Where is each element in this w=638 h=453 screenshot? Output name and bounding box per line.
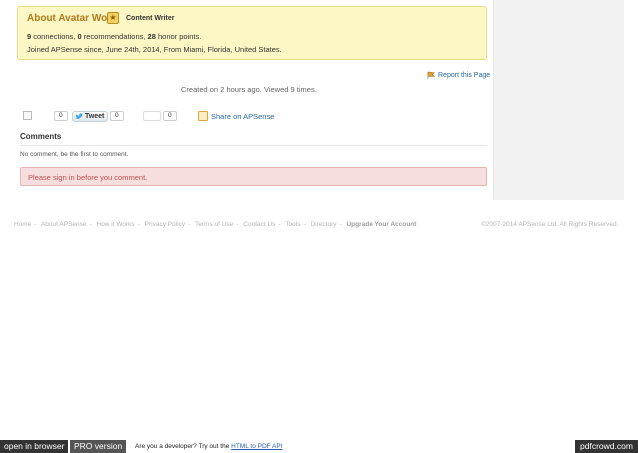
footer-links: Home - About APSense - How it Works - Priva… <box>14 221 416 228</box>
footer-separator: - <box>339 221 342 228</box>
about-prefix: About <box>27 13 56 24</box>
footer-copyright: ©2007-2014 APSense Ltd. All Rights Reser… <box>481 221 619 228</box>
footer-separator: - <box>303 221 306 228</box>
footer-separator: - <box>89 221 92 228</box>
footer-separator: - <box>188 221 191 228</box>
tweet-label: Tweet <box>85 113 105 120</box>
tweet-button[interactable]: Tweet <box>72 111 108 122</box>
footer-separator: - <box>278 221 281 228</box>
footer-separator: - <box>34 221 37 228</box>
report-flag-icon <box>427 71 436 80</box>
plus-one-count: 0 <box>163 111 177 121</box>
comments-heading: Comments <box>20 132 62 141</box>
developer-promo-text: Are you a developer? Try out the <box>135 443 230 450</box>
author-stats: 9 connections, 0 recommendations, 28 hon… <box>27 32 201 41</box>
recommendations-label: recommendations, <box>83 32 146 41</box>
rank-badge-icon: ★ <box>107 12 119 24</box>
right-sidebar <box>494 0 624 200</box>
share-on-apsense-link[interactable]: Share on APSense <box>211 112 274 121</box>
footer-link-how-it-works[interactable]: How it Works <box>97 221 135 228</box>
report-page-link[interactable]: Report this Page <box>438 72 490 79</box>
footer-link-upgrade[interactable]: Upgrade Your Account <box>346 221 416 228</box>
about-title: About Avatar Won <box>27 13 113 24</box>
footer-link-tools[interactable]: Tools <box>285 221 300 228</box>
developer-promo: Are you a developer? Try out the HTML to… <box>135 440 283 453</box>
recommendations-count: 0 <box>77 32 82 41</box>
apsense-share-icon[interactable] <box>198 111 208 121</box>
connections-count: 9 <box>27 32 32 41</box>
author-joined: Joined APSense since, June 24th, 2014, F… <box>27 45 282 54</box>
plus-one-button[interactable] <box>143 111 161 121</box>
connections-label: connections, <box>33 32 76 41</box>
footer-link-about[interactable]: About APSense <box>41 221 87 228</box>
pro-version-button[interactable]: PRO version <box>70 440 127 453</box>
signin-alert-text[interactable]: Please sign in before you comment. <box>28 173 147 182</box>
author-name-link[interactable]: Avatar Won <box>58 13 113 24</box>
open-in-browser-button[interactable]: open in browser <box>0 440 69 453</box>
signin-alert: Please sign in before you comment. <box>20 167 487 186</box>
footer-link-terms[interactable]: Terms of Use <box>195 221 233 228</box>
footer-link-home[interactable]: Home <box>14 221 31 228</box>
pdfcrowd-bar: open in browser PRO version Are you a de… <box>0 440 638 453</box>
comments-divider <box>20 145 487 146</box>
footer-separator: - <box>236 221 239 228</box>
like-count: 0 <box>54 111 68 121</box>
footer-separator: - <box>137 221 140 228</box>
author-role: Content Writer <box>126 15 175 22</box>
footer-link-contact[interactable]: Contact Us <box>243 221 275 228</box>
footer-link-directory[interactable]: Directory <box>310 221 336 228</box>
honor-count: 28 <box>147 32 156 41</box>
pdfcrowd-brand-link[interactable]: pdfcrowd.com <box>575 440 638 453</box>
no-comment-text: No comment, be the first to comment. <box>20 151 129 158</box>
honor-label: honor points. <box>157 32 202 41</box>
tweet-count: 0 <box>110 111 124 121</box>
like-share-icon[interactable] <box>23 111 32 120</box>
html-to-pdf-api-link[interactable]: HTML to PDF API <box>231 443 282 450</box>
footer-link-privacy[interactable]: Privacy Policy <box>145 221 185 228</box>
about-author-box: About Avatar Won ★ Content Writer 9 conn… <box>17 6 487 60</box>
created-info: Created on 2 hours ago. Viewed 9 times. <box>181 85 317 94</box>
twitter-bird-icon <box>75 113 83 119</box>
